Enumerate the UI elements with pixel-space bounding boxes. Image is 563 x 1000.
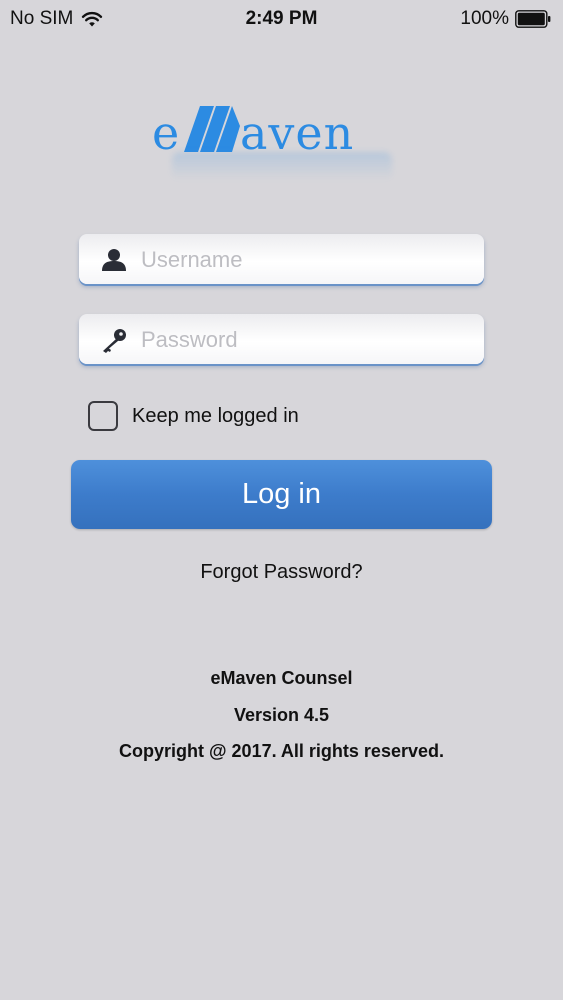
logo-text-prefix: e xyxy=(152,106,181,160)
logo-text-suffix: aven xyxy=(240,106,355,160)
logo-reflection xyxy=(172,152,392,180)
footer-copyright: Copyright @ 2017. All rights reserved. xyxy=(119,741,444,761)
battery-icon xyxy=(515,10,551,28)
emaven-logo: e aven xyxy=(152,100,412,190)
status-right: 100% xyxy=(460,8,551,30)
logo-m-mark xyxy=(184,106,240,152)
password-input[interactable] xyxy=(139,320,473,360)
footer-app-name: eMaven Counsel xyxy=(210,668,353,688)
keep-logged-in-checkbox[interactable] xyxy=(88,401,118,431)
password-field[interactable] xyxy=(79,314,484,364)
username-input[interactable] xyxy=(139,240,473,280)
status-bar: No SIM 2:49 PM 100% xyxy=(0,0,563,38)
key-icon xyxy=(103,329,126,353)
keep-logged-in-row[interactable]: Keep me logged in xyxy=(88,399,299,433)
username-field[interactable] xyxy=(79,234,484,284)
keep-logged-in-label[interactable]: Keep me logged in xyxy=(132,405,299,428)
user-icon xyxy=(102,249,126,271)
battery-percent: 100% xyxy=(460,8,509,29)
footer-version: Version 4.5 xyxy=(233,705,330,725)
forgot-password-link[interactable]: Forgot Password? xyxy=(0,561,563,584)
login-button[interactable]: Log in xyxy=(71,460,492,529)
